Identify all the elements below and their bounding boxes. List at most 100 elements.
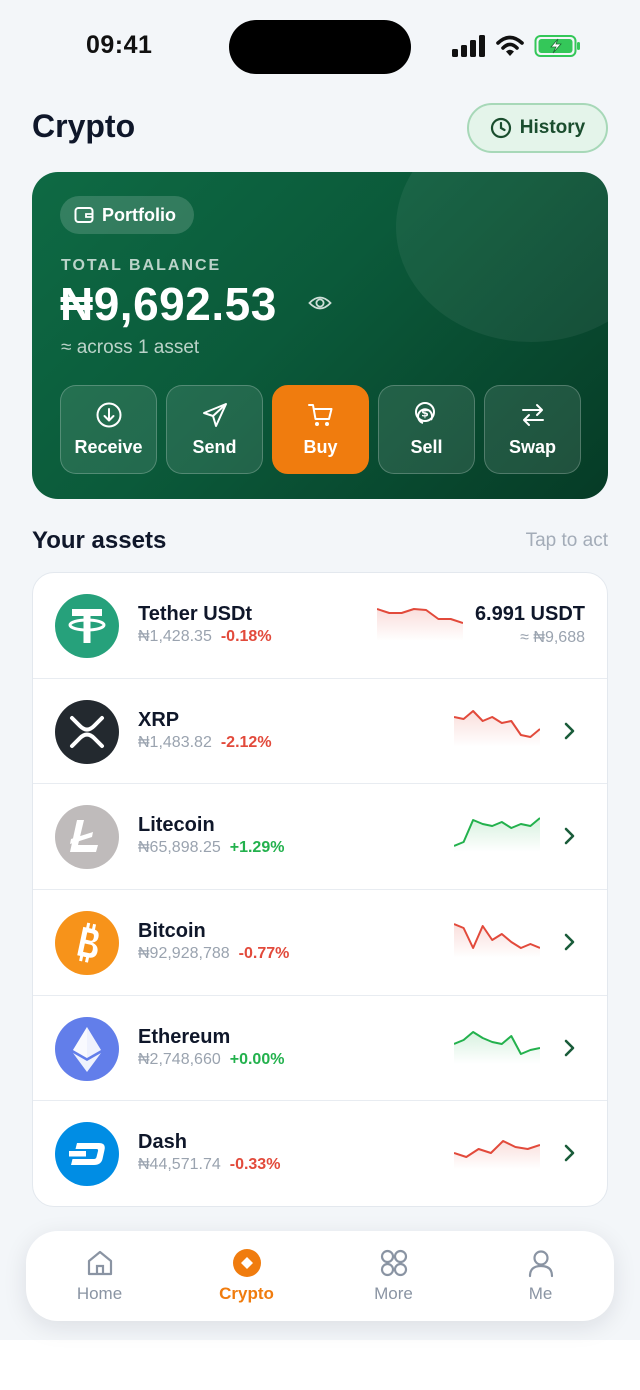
asset-change: +1.29% xyxy=(229,839,285,857)
asset-price: ₦2,748,660 xyxy=(138,1050,221,1068)
asset-row-bitcoin[interactable]: Bitcoin ₦92,928,788 -0.77% xyxy=(33,890,607,996)
swap-label: Swap xyxy=(508,437,556,457)
crypto-icon xyxy=(232,1249,261,1277)
portfolio-card: Portfolio TOTAL BALANCE ₦9,692.53 ≈ acro… xyxy=(32,172,608,499)
asset-price-line: ₦1,428.35 -0.18% xyxy=(138,628,272,646)
home-icon xyxy=(87,1250,112,1276)
asset-price-line: ₦2,748,660 +0.00% xyxy=(138,1051,284,1069)
status-time: 09:41 xyxy=(86,31,153,59)
asset-name: Bitcoin xyxy=(138,920,206,943)
paper-plane-icon xyxy=(202,403,227,427)
sparkline-area xyxy=(454,1141,540,1170)
eye-icon[interactable] xyxy=(308,294,332,312)
asset-change: +0.00% xyxy=(229,1050,285,1068)
sparkline xyxy=(454,923,540,959)
bottom-nav: Home Crypto More Me xyxy=(26,1231,614,1321)
nav-home-label: Home xyxy=(76,1284,123,1303)
chevron-right-icon[interactable] xyxy=(563,1038,577,1058)
asset-holding: 6.991 USDT ≈ ₦9,688 xyxy=(475,603,585,647)
sparkline xyxy=(454,817,540,853)
send-button[interactable]: Send xyxy=(166,385,263,474)
asset-row-dash[interactable]: Dash ₦44,571.74 -0.33% xyxy=(33,1101,607,1206)
nav-more[interactable]: More xyxy=(320,1231,467,1321)
receive-button[interactable]: Receive xyxy=(60,385,157,474)
dynamic-island xyxy=(229,20,411,74)
sparkline xyxy=(454,709,540,747)
history-label: History xyxy=(519,117,586,138)
portfolio-chip-label: Portfolio xyxy=(102,204,176,225)
signal-icon xyxy=(452,35,485,57)
balance-label: TOTAL BALANCE xyxy=(61,257,222,274)
grid-icon xyxy=(380,1249,407,1277)
asset-price-line: ₦65,898.25 +1.29% xyxy=(138,839,284,857)
sell-label: Sell xyxy=(410,437,443,457)
asset-change: -2.12% xyxy=(220,733,272,751)
assets-hint: Tap to act xyxy=(525,530,608,551)
sparkline xyxy=(454,1140,540,1170)
buy-label: Buy xyxy=(303,437,338,457)
asset-price: ₦1,428.35 xyxy=(138,628,212,645)
card-decoration xyxy=(396,172,608,342)
assets-title: Your assets xyxy=(32,527,167,554)
asset-row-ethereum[interactable]: Ethereum ₦2,748,660 +0.00% xyxy=(33,996,607,1102)
asset-name: Tether USDt xyxy=(138,603,253,625)
cart-icon xyxy=(307,404,332,426)
chevron-right-icon[interactable] xyxy=(563,1143,577,1163)
asset-price: ₦65,898.25 xyxy=(138,839,221,857)
asset-name: XRP xyxy=(138,708,180,731)
asset-price: ₦44,571.74 xyxy=(138,1156,221,1174)
clock-icon xyxy=(490,117,511,139)
swap-button[interactable]: Swap xyxy=(484,385,581,474)
asset-change: -0.18% xyxy=(220,628,272,645)
asset-list: Tether USDt ₦1,428.35 -0.18% 6.991 USDT … xyxy=(32,572,608,1207)
asset-price-line: ₦1,483.82 -2.12% xyxy=(138,734,272,752)
history-button[interactable]: History xyxy=(467,103,608,153)
coin-icon: $ xyxy=(414,402,435,424)
chevron-right-icon[interactable] xyxy=(563,721,577,741)
asset-row-xrp[interactable]: XRP ₦1,483.82 -2.12% xyxy=(33,679,607,785)
receive-label: Receive xyxy=(74,437,143,457)
nav-me-label: Me xyxy=(528,1284,553,1303)
asset-name: Ethereum xyxy=(138,1025,231,1048)
wifi-icon xyxy=(496,35,524,56)
status-icons xyxy=(452,34,582,58)
nav-crypto[interactable]: Crypto xyxy=(173,1231,320,1321)
nav-home[interactable]: Home xyxy=(26,1231,173,1321)
nav-crypto-label: Crypto xyxy=(219,1284,274,1303)
action-row: Receive Send Buy $ Sell Swap xyxy=(60,385,581,474)
balance-subtitle: ≈ across 1 asset xyxy=(61,337,200,358)
chevron-right-icon[interactable] xyxy=(563,826,577,846)
asset-price: ₦1,483.82 xyxy=(138,733,212,751)
nav-me[interactable]: Me xyxy=(467,1231,614,1321)
sparkline-area xyxy=(454,924,540,959)
chevron-right-icon[interactable] xyxy=(563,932,577,952)
user-icon xyxy=(528,1250,553,1278)
swap-icon xyxy=(521,404,544,426)
send-label: Send xyxy=(192,437,237,457)
holding-value: ≈ ₦9,688 xyxy=(520,629,585,646)
asset-name: Dash xyxy=(138,1131,187,1154)
sparkline xyxy=(454,1030,540,1064)
asset-price: ₦92,928,788 xyxy=(138,945,230,963)
wallet-icon xyxy=(74,207,94,223)
asset-price-line: ₦44,571.74 -0.33% xyxy=(138,1156,280,1174)
portfolio-chip[interactable]: Portfolio xyxy=(60,196,194,234)
asset-row-tether[interactable]: Tether USDt ₦1,428.35 -0.18% 6.991 USDT … xyxy=(33,573,607,679)
xrp-logo-icon xyxy=(55,699,119,764)
buy-button[interactable]: Buy xyxy=(272,385,369,474)
ethereum-logo-icon xyxy=(55,1016,119,1081)
asset-change: -0.33% xyxy=(229,1156,281,1174)
balance-amount: ₦9,692.53 xyxy=(60,278,277,330)
page-title: Crypto xyxy=(32,108,136,144)
asset-change: -0.77% xyxy=(238,945,290,963)
sparkline xyxy=(377,608,463,641)
dash-logo-icon xyxy=(55,1122,119,1187)
asset-price-line: ₦92,928,788 -0.77% xyxy=(138,945,289,963)
arrow-down-circle-icon xyxy=(96,402,121,428)
asset-row-litecoin[interactable]: Litecoin ₦65,898.25 +1.29% xyxy=(33,784,607,891)
sell-button[interactable]: $ Sell xyxy=(378,385,475,474)
nav-more-label: More xyxy=(374,1284,413,1303)
holding-amount: 6.991 USDT xyxy=(474,603,585,625)
tether-logo-icon xyxy=(55,594,119,658)
app-screen: 09:41 Crypto History Portfolio TOTAL BAL… xyxy=(0,0,640,1340)
